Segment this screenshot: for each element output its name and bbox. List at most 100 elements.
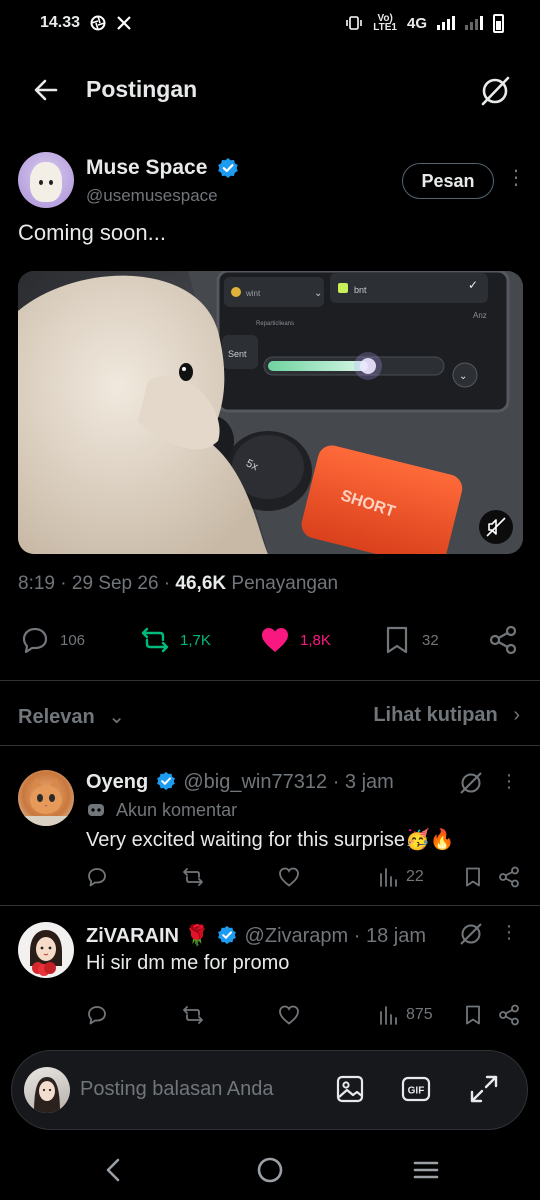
tweet-header: Muse Space @usemusespace Pesan ⋮ <box>18 150 526 210</box>
divider <box>0 745 540 746</box>
author-avatar[interactable] <box>18 152 74 208</box>
heart-icon <box>279 867 299 887</box>
image-icon[interactable] <box>334 1073 366 1105</box>
signal-1-icon <box>437 16 455 30</box>
nav-home-icon[interactable] <box>254 1154 286 1186</box>
reply-author-name[interactable]: Oyeng <box>86 771 148 793</box>
reply-repost-button[interactable] <box>182 866 204 888</box>
reply-like-button[interactable] <box>278 1004 300 1026</box>
tweet-video[interactable]: wint ⌄ bnt ✓ Reparticlieans Anz Sent ⌄ 5… <box>18 271 523 554</box>
bookmark-icon <box>466 1005 480 1025</box>
sort-dropdown[interactable]: Relevan ⌄ <box>18 704 125 729</box>
reply-share-button[interactable] <box>498 1004 520 1026</box>
reply-views-count: 875 <box>406 1006 433 1023</box>
reply-composer[interactable]: Posting balasan Anda GIF <box>11 1050 528 1130</box>
app-bar: Postingan <box>0 62 540 118</box>
system-nav-bar <box>0 1140 540 1200</box>
reply-button[interactable]: 106 <box>20 620 85 660</box>
grok-icon[interactable] <box>458 921 484 947</box>
nav-back-icon[interactable] <box>98 1154 130 1186</box>
share-icon <box>499 1004 519 1026</box>
author-name[interactable]: Muse Space <box>86 156 207 179</box>
more-options-icon[interactable]: ⋮ <box>500 771 518 792</box>
video-slider-label: Sent <box>228 349 247 359</box>
automated-account-text: Akun komentar <box>116 800 238 820</box>
author-name-row[interactable]: Muse Space <box>86 156 239 180</box>
gif-icon[interactable]: GIF <box>400 1073 432 1105</box>
chevron-right-icon: › <box>513 704 520 726</box>
grok-icon[interactable] <box>478 74 512 108</box>
reply-share-button[interactable] <box>498 866 520 888</box>
reply-input[interactable]: Posting balasan Anda <box>80 1078 274 1101</box>
reply-reply-button[interactable] <box>86 866 108 888</box>
status-bar: 14.33 Vo) LTE1 4G <box>0 0 540 46</box>
reply-icon <box>88 868 106 887</box>
reply-time: · 3 jam <box>332 771 394 793</box>
bookmark-icon <box>466 867 480 887</box>
nav-recents-icon[interactable] <box>410 1154 442 1186</box>
reply-item[interactable]: ZiVARAIN 🌹 @Zivarapm · 18 jam ⋮ Hi sir d… <box>0 910 540 1040</box>
reply-views[interactable]: 22 <box>378 866 424 888</box>
reply-text: Very excited waiting for this surprise🥳🔥 <box>86 829 455 851</box>
reply-views-count: 22 <box>406 868 424 885</box>
reply-avatar[interactable] <box>18 770 74 826</box>
expand-icon[interactable] <box>468 1073 500 1105</box>
more-options-icon[interactable]: ⋮ <box>500 922 518 943</box>
divider <box>0 905 540 906</box>
reply-avatar[interactable] <box>18 922 74 978</box>
gif-label: GIF <box>408 1086 425 1097</box>
reply-bookmark-button[interactable] <box>462 866 484 888</box>
network-type: 4G <box>406 14 427 32</box>
reply-header: ZiVARAIN 🌹 @Zivarapm · 18 jam <box>86 923 426 948</box>
svg-text:⌄: ⌄ <box>459 371 467 382</box>
author-handle[interactable]: @usemusespace <box>86 186 218 206</box>
reply-like-button[interactable] <box>278 866 300 888</box>
heart-icon <box>279 1005 299 1025</box>
reply-header: Oyeng @big_win77312 · 3 jam <box>86 771 394 794</box>
views-icon <box>380 1006 397 1025</box>
reply-handle[interactable]: @Zivarapm <box>245 925 349 947</box>
reply-reply-button[interactable] <box>86 1004 108 1026</box>
signal-2-icon <box>465 16 483 30</box>
reply-text: Hi sir dm me for promo <box>86 952 290 974</box>
tweet-date: 29 Sep 26 <box>71 573 159 594</box>
automated-account-label: Akun komentar <box>86 800 237 821</box>
reply-views[interactable]: 875 <box>378 1004 433 1026</box>
bookmark-count: 32 <box>422 631 439 649</box>
repost-count: 1,7K <box>180 631 211 649</box>
reply-item[interactable]: Oyeng @big_win77312 · 3 jam ⋮ Akun komen… <box>0 760 540 900</box>
verified-badge-icon <box>156 771 175 791</box>
verified-badge-icon <box>218 158 239 179</box>
view-quotes-link[interactable]: Lihat kutipan › <box>373 704 520 727</box>
reply-bookmark-button[interactable] <box>462 1004 484 1026</box>
user-avatar <box>24 1067 70 1113</box>
message-button[interactable]: Pesan <box>402 163 494 199</box>
chevron-down-icon: ⌄ <box>108 706 126 728</box>
video-dropdown-left: wint <box>245 289 261 298</box>
share-button[interactable] <box>488 620 518 660</box>
tweet-actions: 106 1,7K 1,8K 32 <box>18 620 522 660</box>
back-arrow-icon[interactable] <box>30 74 62 106</box>
video-dropdown-right: bnt <box>354 285 367 295</box>
reply-author-name[interactable]: ZiVARAIN 🌹 <box>86 925 209 947</box>
views-icon <box>380 868 397 887</box>
like-button[interactable]: 1,8K <box>260 620 331 660</box>
mute-icon[interactable] <box>479 510 513 544</box>
svg-text:⌄: ⌄ <box>314 288 322 299</box>
repost-icon <box>141 627 169 653</box>
video-frame: wint ⌄ bnt ✓ Reparticlieans Anz Sent ⌄ 5… <box>18 271 523 554</box>
bot-icon <box>88 804 104 816</box>
heart-icon <box>262 628 288 652</box>
more-options-icon[interactable]: ⋮ <box>506 168 526 192</box>
grok-icon[interactable] <box>458 770 484 796</box>
tweet-time: 8:19 <box>18 573 55 594</box>
tweet-meta: 8:19 · 29 Sep 26 · 46,6K Penayangan <box>18 573 339 594</box>
views-count[interactable]: 46,6K <box>175 573 226 594</box>
repost-button[interactable]: 1,7K <box>140 620 211 660</box>
bookmark-button[interactable]: 32 <box>382 620 439 660</box>
vibrate-icon <box>346 16 363 30</box>
views-label: Penayangan <box>231 573 339 594</box>
reply-repost-button[interactable] <box>182 1004 204 1026</box>
reply-handle[interactable]: @big_win77312 <box>183 771 327 793</box>
share-icon <box>489 625 517 655</box>
